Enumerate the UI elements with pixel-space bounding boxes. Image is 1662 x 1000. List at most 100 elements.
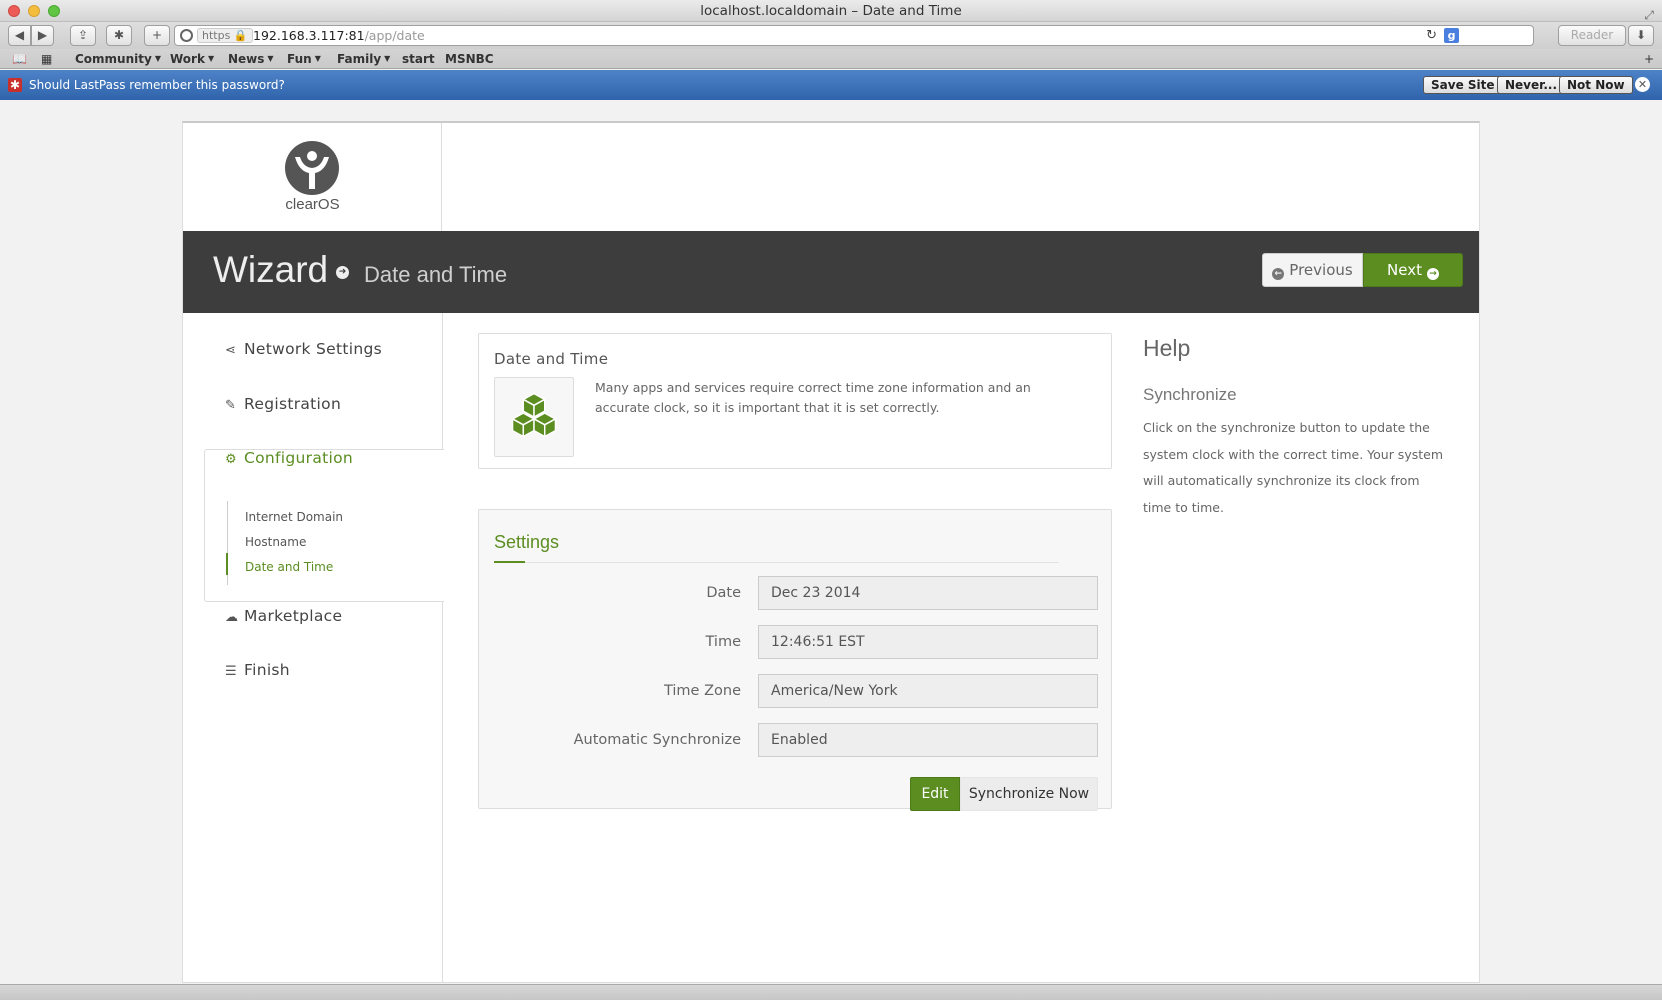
- date-label: Date: [706, 585, 741, 601]
- sidebar-item-finish[interactable]: ☰ Finish: [225, 661, 290, 679]
- share-button[interactable]: ⇪: [70, 25, 96, 46]
- share-icon: ⋖: [225, 343, 237, 358]
- cubes-icon: [511, 392, 557, 438]
- bookmark-community[interactable]: Community ▼: [75, 52, 161, 66]
- lastpass-message: Should LastPass remember this password?: [29, 78, 285, 92]
- subnav-item-date-and-time[interactable]: Date and Time: [245, 560, 333, 574]
- subnav-item-hostname[interactable]: Hostname: [245, 535, 306, 549]
- sidebar-item-configuration[interactable]: ⚙ Configuration: [225, 449, 353, 467]
- sidebar-active-section: [204, 449, 444, 602]
- minimize-window-button[interactable]: [28, 5, 40, 17]
- help-text: Click on the synchronize button to updat…: [1143, 420, 1443, 515]
- not-now-button[interactable]: Not Now: [1559, 76, 1633, 94]
- intro-card-description: Many apps and services require correct t…: [595, 380, 1031, 415]
- page-subtitle: Date and Time: [364, 262, 508, 287]
- url-text: 192.168.3.117:81/app/date: [253, 28, 425, 43]
- synchronize-now-button[interactable]: Synchronize Now: [960, 777, 1098, 811]
- subnav-item-internet-domain[interactable]: Internet Domain: [245, 510, 343, 524]
- next-button[interactable]: Next →: [1363, 253, 1463, 287]
- bookmark-fun[interactable]: Fun ▼: [287, 52, 321, 66]
- settings-title: Settings: [494, 532, 560, 552]
- bookmarks-bar: 📖 ▦ Community ▼ Work ▼ News ▼ Fun ▼ Family ▼ …: [0, 49, 1662, 69]
- close-window-button[interactable]: [8, 5, 20, 17]
- bookmark-start[interactable]: start: [402, 52, 435, 66]
- chevron-down-icon: ▼: [267, 54, 274, 63]
- intro-card-title: Date and Time: [494, 350, 609, 368]
- lastpass-notification-bar: ✱ Should LastPass remember this password…: [0, 70, 1662, 100]
- arrow-right-circle-icon: →: [1426, 268, 1439, 280]
- chevron-down-icon: ▼: [207, 54, 215, 63]
- save-site-button[interactable]: Save Site: [1423, 76, 1503, 94]
- window-titlebar: localhost.localdomain – Date and Time ⤢: [0, 0, 1662, 22]
- subnav-active-indicator: [226, 553, 228, 575]
- close-icon[interactable]: ✕: [1635, 77, 1650, 92]
- lastpass-icon: ✱: [8, 78, 22, 92]
- previous-button[interactable]: ← Previous: [1262, 253, 1363, 287]
- asterisk-icon: ✱: [113, 28, 125, 42]
- chevron-down-icon: ▼: [154, 54, 161, 63]
- sidebar-item-registration[interactable]: ✎ Registration: [225, 395, 341, 413]
- time-label: Time: [705, 634, 742, 650]
- wizard-page: clearOS Wizard ➜ Date and Time ← Previous…: [182, 121, 1480, 983]
- reading-list-icon[interactable]: 📖: [12, 52, 27, 66]
- bookmark-work[interactable]: Work ▼: [170, 52, 214, 66]
- help-subtitle: Synchronize: [1143, 385, 1237, 404]
- reader-button[interactable]: Reader: [1558, 25, 1626, 46]
- pencil-icon: ✎: [225, 398, 237, 413]
- add-bookmark-icon[interactable]: +: [1644, 52, 1654, 66]
- time-field: 12:46:51 EST: [758, 625, 1098, 659]
- https-badge: https 🔒: [197, 28, 253, 43]
- sidebar-divider: [442, 313, 443, 983]
- help-title: Help: [1143, 335, 1191, 361]
- forward-button[interactable]: ▶: [31, 25, 54, 46]
- window-title: localhost.localdomain – Date and Time: [700, 3, 962, 19]
- url-bar[interactable]: https 🔒 192.168.3.117:81/app/date ↻ g: [174, 25, 1534, 46]
- edit-button[interactable]: Edit: [910, 777, 960, 811]
- settings-divider: [494, 562, 1059, 563]
- settings-card: Settings Date Dec 23 2014 Time 12:46:51 …: [478, 509, 1112, 811]
- download-icon: ⬇: [1635, 28, 1647, 42]
- reload-icon[interactable]: ↻: [1426, 26, 1437, 45]
- time-zone-field: America/New York: [758, 674, 1098, 708]
- cogs-icon: ⚙: [225, 452, 237, 467]
- list-icon: ☰: [225, 664, 237, 679]
- new-tab-button[interactable]: +: [144, 25, 170, 46]
- globe-icon: [180, 29, 193, 42]
- intro-card: Date and Time Many apps and services req…: [478, 333, 1112, 469]
- arrow-left-circle-icon: ←: [1272, 268, 1285, 280]
- browser-toolbar: ◀ ▶ ⇪ ✱ + https 🔒 192.168.3.117:81/app/d…: [0, 22, 1662, 49]
- logo-text: clearOS: [285, 196, 340, 213]
- top-sites-icon[interactable]: ▦: [41, 52, 52, 66]
- downloads-button[interactable]: ⬇: [1628, 25, 1654, 46]
- browser-status-bar: [0, 984, 1662, 1000]
- chevron-down-icon: ▼: [384, 54, 391, 63]
- share-icon: ⇪: [77, 28, 89, 42]
- bookmark-news[interactable]: News ▼: [228, 52, 274, 66]
- chevron-down-icon: ▼: [314, 54, 321, 63]
- lock-icon: 🔒: [233, 29, 248, 42]
- never-button[interactable]: Never...: [1497, 76, 1566, 94]
- auto-sync-label: Automatic Synchronize: [573, 732, 741, 748]
- sidebar-item-network-settings[interactable]: ⋖ Network Settings: [225, 340, 382, 358]
- date-field: Dec 23 2014: [758, 576, 1098, 610]
- cloud-download-icon: ☁: [225, 610, 239, 625]
- settings-title-underline: [494, 561, 525, 563]
- sidebar-item-marketplace[interactable]: ☁ Marketplace: [225, 607, 342, 625]
- back-arrow-icon: ◀: [14, 28, 25, 42]
- bookmark-msnbc[interactable]: MSNBC: [445, 52, 494, 66]
- page-title: Wizard: [213, 249, 329, 290]
- logo-area: clearOS: [183, 123, 442, 231]
- auto-sync-field: Enabled: [758, 723, 1098, 757]
- forward-arrow-icon: ▶: [37, 28, 48, 42]
- app-icon-box: [494, 377, 574, 457]
- google-search-icon[interactable]: g: [1444, 28, 1459, 43]
- clearos-logo-icon: [285, 141, 339, 195]
- zoom-window-button[interactable]: [48, 5, 60, 17]
- arrow-right-circle-icon: ➜: [336, 266, 349, 279]
- wizard-banner: Wizard ➜ Date and Time ← Previous Next →: [183, 231, 1479, 313]
- back-button[interactable]: ◀: [8, 25, 31, 46]
- bookmark-family[interactable]: Family ▼: [337, 52, 390, 66]
- plus-icon: +: [151, 28, 163, 42]
- extensions-button[interactable]: ✱: [106, 25, 132, 46]
- time-zone-label: Time Zone: [663, 683, 741, 699]
